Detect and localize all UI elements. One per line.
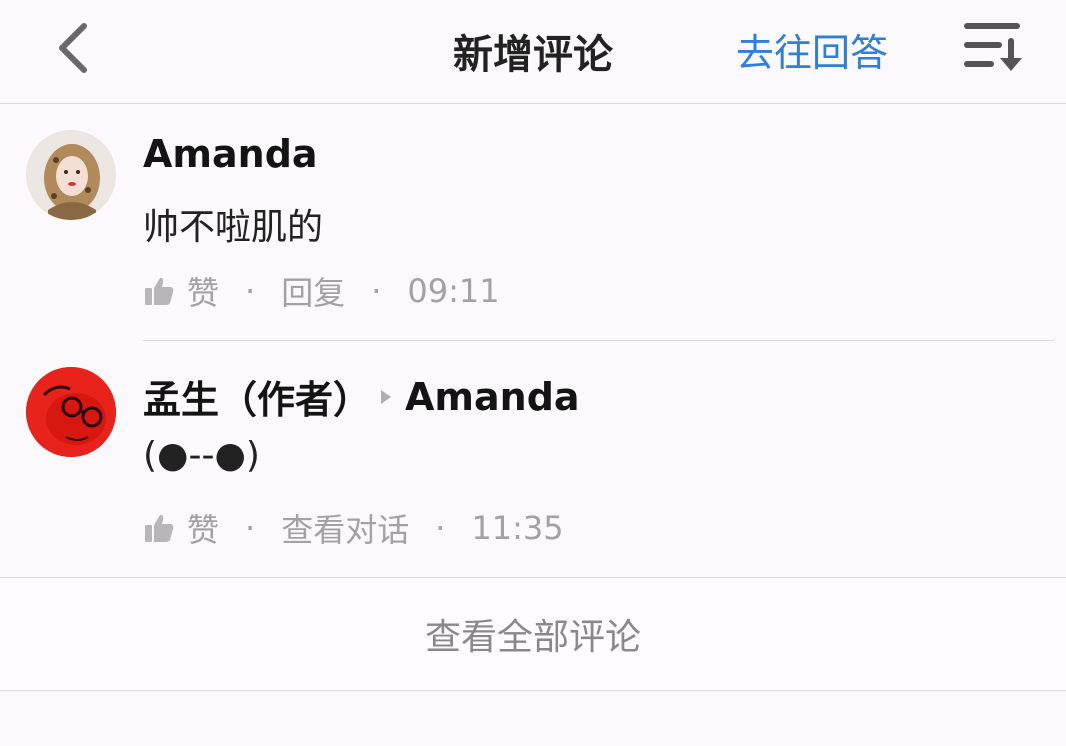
go-to-answer-link[interactable]: 去往回答 xyxy=(736,22,888,77)
like-button[interactable]: 赞 xyxy=(187,268,219,314)
comment-meta: 赞 · 回复 · 09:11 xyxy=(143,268,500,314)
comment-text: (●--●) xyxy=(143,435,260,476)
thumbs-up-icon[interactable] xyxy=(143,512,175,544)
separator-dot: · xyxy=(245,509,256,547)
separator-dot: · xyxy=(435,509,446,547)
sort-icon xyxy=(964,23,1022,71)
reply-button[interactable]: 回复 xyxy=(281,268,345,314)
separator-dot: · xyxy=(245,272,256,310)
back-button[interactable] xyxy=(50,18,94,78)
comment-item: 孟生（作者） Amanda (●--●) 赞 · 查看对话 · 11:35 xyxy=(0,341,1066,577)
avatar[interactable] xyxy=(26,130,116,220)
comment-time: 11:35 xyxy=(471,509,564,547)
comment-author[interactable]: Amanda xyxy=(143,132,318,176)
thumbs-up-icon[interactable] xyxy=(143,275,175,307)
like-button[interactable]: 赞 xyxy=(187,505,219,551)
view-all-comments-button[interactable]: 查看全部评论 xyxy=(0,577,1066,691)
view-conversation-button[interactable]: 查看对话 xyxy=(281,505,409,551)
page-title: 新增评论 xyxy=(453,32,613,78)
comment-meta: 赞 · 查看对话 · 11:35 xyxy=(143,505,564,551)
sort-button[interactable] xyxy=(962,20,1028,72)
author-name[interactable]: Amanda xyxy=(143,132,318,176)
chevron-left-icon xyxy=(59,23,87,73)
view-all-comments-label: 查看全部评论 xyxy=(424,617,641,658)
separator-dot: · xyxy=(371,272,382,310)
comment-author[interactable]: 孟生（作者） Amanda xyxy=(143,369,580,424)
user-avatar-image xyxy=(26,367,116,457)
comment-text: 帅不啦肌的 xyxy=(143,207,324,248)
avatar[interactable] xyxy=(26,367,116,457)
reply-to-name[interactable]: Amanda xyxy=(405,375,580,419)
comment-time: 09:11 xyxy=(407,272,500,310)
navigation-bar: 新增评论 去往回答 xyxy=(0,0,1066,104)
user-avatar-image xyxy=(26,130,116,220)
comment-item: Amanda 帅不啦肌的 赞 · 回复 · 09:11 xyxy=(0,104,1066,341)
reply-arrow-icon xyxy=(381,389,392,404)
author-name[interactable]: 孟生（作者） xyxy=(143,369,371,424)
